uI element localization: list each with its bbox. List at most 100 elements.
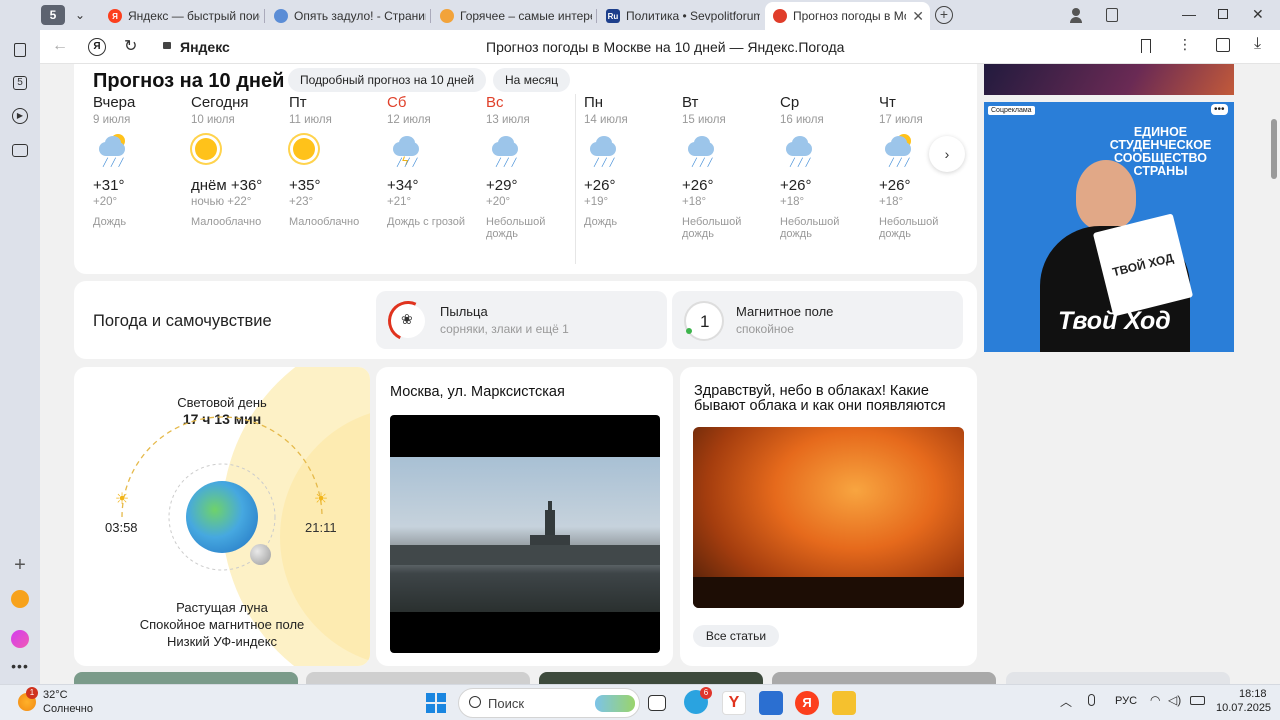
- collections-icon[interactable]: [1106, 8, 1118, 22]
- forecast-day[interactable]: Пт 11 июля +35° +23° Малооблачно: [289, 94, 387, 228]
- tab-sevpolitforum[interactable]: Ru Политика • Sevpolitforum: [598, 4, 760, 28]
- sunrise-icon: ☀: [114, 491, 130, 508]
- pollen-tile[interactable]: ❀ Пыльца сорняки, злаки и ещё 1: [376, 291, 667, 349]
- webcam-image[interactable]: [390, 415, 660, 653]
- forecast-day[interactable]: Вс 13 июля ╱╱╱ +29° +20° Небольшой дождь: [486, 94, 584, 240]
- forecast-day[interactable]: Вт 15 июля ╱╱╱ +26° +18° Небольшой дождь: [682, 94, 780, 240]
- all-articles-button[interactable]: Все статьи: [693, 625, 779, 647]
- windows-start-icon[interactable]: [426, 693, 446, 713]
- volume-icon[interactable]: ◁): [1168, 693, 1181, 707]
- next-days-button[interactable]: ›: [929, 136, 965, 172]
- page-title-in-address[interactable]: Прогноз погоды в Москве на 10 дней — Янд…: [486, 39, 844, 55]
- screenshot-icon[interactable]: [10, 140, 30, 160]
- bookmark-icon[interactable]: [1141, 39, 1151, 53]
- tab-count: 5: [49, 8, 57, 22]
- temp-min: +20°: [93, 196, 118, 208]
- back-arrow-icon[interactable]: ←: [52, 37, 68, 55]
- play-icon[interactable]: ▶: [10, 106, 30, 126]
- magnetic-tile[interactable]: 1 Магнитное поле спокойное: [672, 291, 963, 349]
- article-card[interactable]: Здравствуй, небо в облаках! Какие бывают…: [680, 367, 977, 666]
- more-icon[interactable]: •••: [10, 656, 30, 676]
- day-date: 13 июля: [486, 114, 530, 126]
- search-icon: [469, 696, 481, 708]
- temp-min: ночью +22°: [191, 196, 252, 208]
- task-view-icon[interactable]: [648, 695, 666, 711]
- tabs-icon[interactable]: 5: [10, 73, 30, 93]
- tab-forum[interactable]: Опять задуло! - Страница: [266, 4, 426, 28]
- month-forecast-button[interactable]: На месяц: [493, 68, 570, 92]
- browser-sidebar: 5 ▶ + •••: [0, 0, 40, 684]
- store-icon[interactable]: [759, 691, 783, 715]
- sunset-time: 21:11: [305, 520, 337, 535]
- article-title: Здравствуй, небо в облаках! Какие бывают…: [694, 383, 946, 414]
- taskbar-search[interactable]: Поиск: [458, 688, 640, 718]
- magnetic-value: 1: [700, 312, 710, 331]
- tab-title: Политика • Sevpolitforum: [626, 9, 760, 23]
- tab-title: Опять задуло! - Страница: [294, 9, 426, 23]
- weather-temp: 32°C: [43, 689, 68, 701]
- forecast-day[interactable]: Вчера 9 июля ╱╱╱ +31° +20° Дождь: [93, 94, 191, 228]
- detailed-forecast-button[interactable]: Подробный прогноз на 10 дней: [288, 68, 486, 92]
- tab-title: Горячее – самые интересные: [460, 9, 592, 23]
- menu-icon[interactable]: ⋮: [1178, 36, 1192, 53]
- weather-desc: Солнечно: [43, 703, 93, 715]
- clock-date[interactable]: 10.07.2025: [1216, 702, 1271, 714]
- add-panel-icon[interactable]: +: [10, 554, 30, 576]
- battery-icon[interactable]: [1190, 696, 1205, 705]
- tab-count-button[interactable]: 5: [41, 5, 65, 25]
- ad-brand: Твой Ход: [1058, 307, 1171, 335]
- wifi-icon[interactable]: ◠: [1150, 693, 1160, 707]
- input-language[interactable]: РУС: [1115, 695, 1137, 707]
- yandex-logo-icon[interactable]: Я: [88, 38, 106, 56]
- moon-phase: Растущая луна: [176, 600, 268, 615]
- article-image[interactable]: [693, 427, 964, 608]
- yandex-taskbar-icon[interactable]: Я: [795, 691, 819, 715]
- download-icon[interactable]: ⤓: [1254, 35, 1261, 53]
- new-tab-button[interactable]: +: [935, 6, 953, 24]
- day-name: Пн: [584, 94, 604, 111]
- tab-yandex[interactable]: Я Яндекс — быстрый поиск в интернете: [100, 4, 260, 28]
- forecast-day[interactable]: Сегодня 10 июля днём +36° ночью +22° Малообл…: [191, 94, 289, 228]
- reload-icon[interactable]: ↻: [124, 36, 137, 56]
- forecast-day[interactable]: Чт 17 июля ╱╱╱ +26° +18° Небольшой дождь: [879, 94, 977, 240]
- forecast-card: Прогноз на 10 дней Подробный прогноз на …: [74, 64, 977, 274]
- tray-chevron-icon[interactable]: ︿: [1060, 693, 1072, 710]
- page-scrollbar[interactable]: [1269, 64, 1280, 684]
- temp-max: +26°: [682, 177, 714, 194]
- tab-weather[interactable]: Прогноз погоды в Москве ✕: [765, 2, 930, 30]
- ad-book-text: ТВОЙ ХОД: [1111, 250, 1175, 280]
- temp-min: +20°: [486, 196, 511, 208]
- alice-icon[interactable]: [10, 629, 30, 649]
- yandex-weather-icon: [773, 9, 787, 23]
- file-explorer-icon[interactable]: [832, 691, 856, 715]
- condition: Небольшой дождь: [486, 216, 546, 240]
- condition: Дождь: [93, 216, 127, 228]
- site-name[interactable]: Яндекс: [180, 39, 230, 55]
- clock-time[interactable]: 18:18: [1239, 688, 1267, 700]
- extensions-icon[interactable]: [1216, 38, 1230, 52]
- close-window-button[interactable]: ✕: [1252, 6, 1264, 23]
- top-ad-image[interactable]: [984, 64, 1234, 95]
- ad-menu-icon[interactable]: •••: [1211, 104, 1228, 115]
- forecast-day[interactable]: Пн 14 июля ╱╱╱ +26° +19° Дождь: [584, 94, 682, 228]
- profile-icon[interactable]: [1070, 8, 1082, 23]
- light-rain-icon: ╱╱╱: [780, 126, 878, 174]
- forecast-day[interactable]: Ср 16 июля ╱╱╱ +26° +18° Небольшой дождь: [780, 94, 878, 240]
- yandex-browser-taskbar-icon[interactable]: Y: [722, 691, 746, 715]
- maximize-button[interactable]: [1218, 9, 1228, 19]
- day-name: Вт: [682, 94, 699, 111]
- social-ad-banner[interactable]: Соцреклама ••• ЕДИНОЕ СТУДЕНЧЕСКОЕ СООБЩ…: [984, 102, 1234, 352]
- temp-min: +18°: [682, 196, 707, 208]
- flower-icon: ❀: [401, 311, 413, 327]
- bookmarks-icon[interactable]: [10, 40, 30, 60]
- weather-widget[interactable]: 1 32°C Солнечно: [16, 687, 126, 719]
- yandex-messenger-icon[interactable]: [10, 589, 30, 609]
- tab-pikabu[interactable]: Горячее – самые интересные: [432, 4, 592, 28]
- temp-min: +18°: [879, 196, 904, 208]
- forecast-day[interactable]: Сб 12 июля ϟ ╱╱╱ +34° +21° Дождь с грозой: [387, 94, 485, 228]
- microphone-icon[interactable]: [1088, 694, 1095, 706]
- close-tab-icon[interactable]: ✕: [906, 8, 930, 25]
- tabs-menu-chevron-icon[interactable]: ⌄: [68, 5, 92, 25]
- webcam-card[interactable]: Москва, ул. Марксистская: [376, 367, 673, 666]
- minimize-button[interactable]: —: [1182, 6, 1196, 22]
